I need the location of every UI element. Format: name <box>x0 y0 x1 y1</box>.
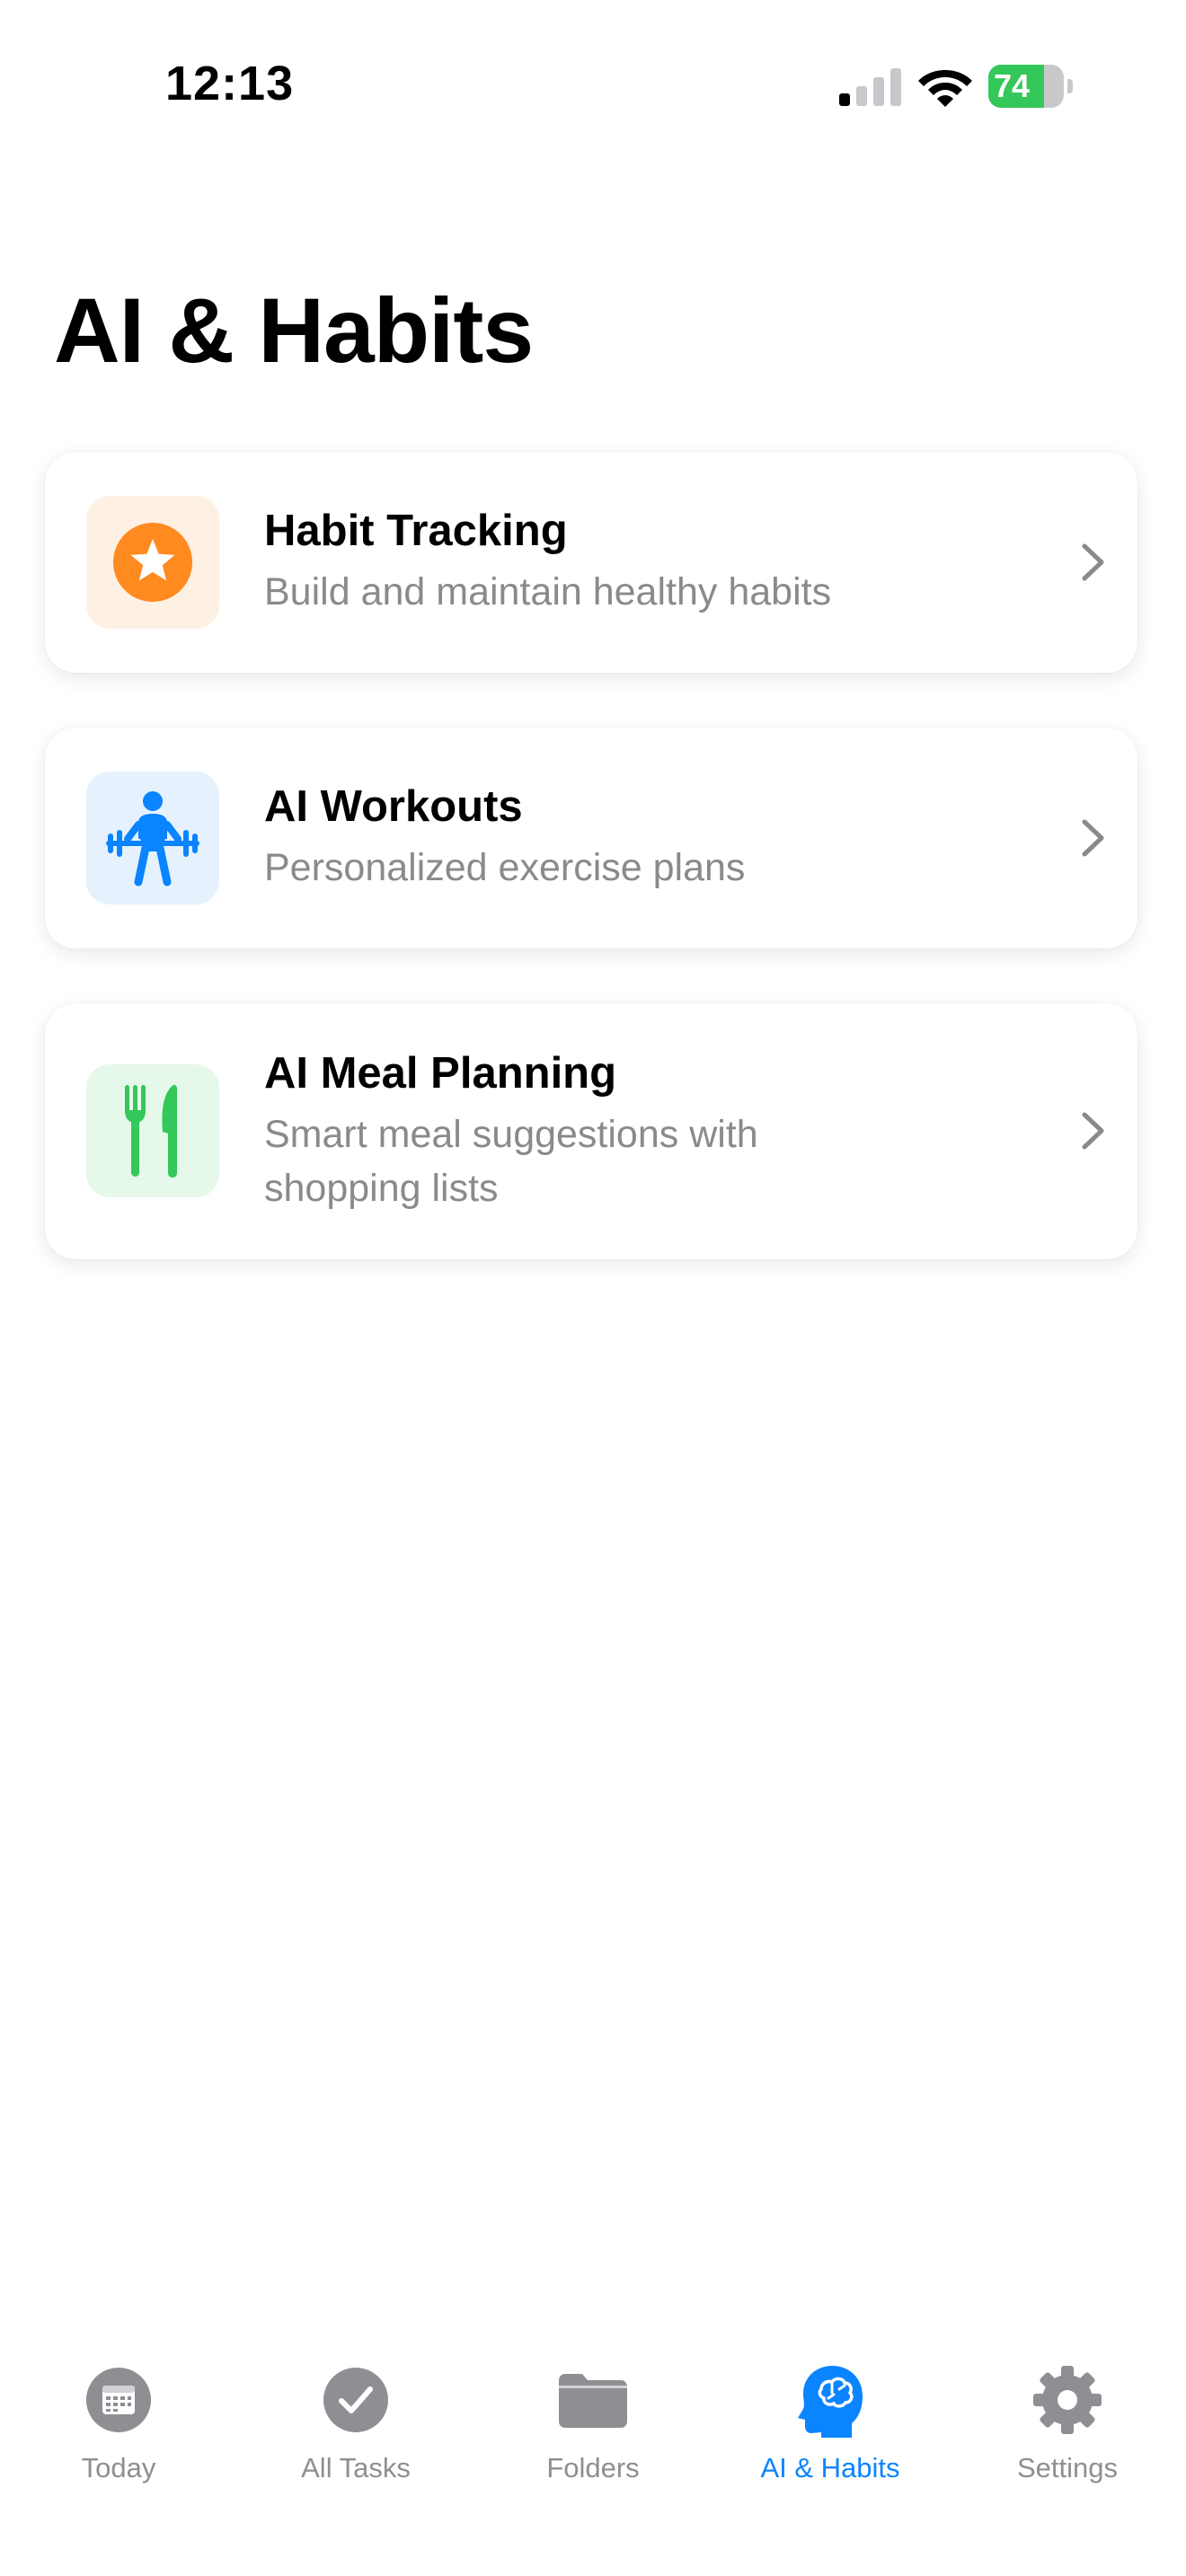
fork-knife-icon <box>125 1084 177 1178</box>
tab-all-tasks[interactable]: All Tasks <box>237 2335 474 2515</box>
habit-tracking-card[interactable]: Habit Tracking Build and maintain health… <box>45 452 1137 673</box>
status-time: 12:13 <box>165 57 295 110</box>
card-title: Habit Tracking <box>264 507 568 555</box>
chevron-right-icon <box>1082 1112 1104 1150</box>
tab-label: Folders <box>546 2452 640 2483</box>
battery-indicator: 74 <box>988 65 1075 108</box>
wifi-icon <box>918 70 972 107</box>
page-title: AI & Habits <box>54 279 534 382</box>
folder-icon <box>559 2374 627 2428</box>
card-subtitle: Personalized exercise plans <box>264 846 746 889</box>
chevron-right-icon <box>1082 543 1104 581</box>
ai-meal-planning-icon-tile <box>86 1064 219 1197</box>
tab-label: All Tasks <box>301 2452 411 2483</box>
star-badge-icon <box>113 523 192 602</box>
gear-icon <box>1033 2366 1102 2434</box>
tab-label: Today <box>81 2452 156 2483</box>
tab-settings[interactable]: Settings <box>949 2335 1186 2515</box>
battery-percent: 74 <box>994 67 1031 104</box>
card-title: AI Meal Planning <box>264 1049 617 1098</box>
cellular-signal-icon <box>839 68 901 106</box>
card-subtitle: Smart meal suggestions with shopping lis… <box>264 1113 758 1210</box>
tab-bar: Today All Tasks Folders AI & Habits Sett… <box>0 2335 1186 2576</box>
tab-label: AI & Habits <box>760 2452 900 2483</box>
status-bar: 12:13 74 <box>0 0 1186 171</box>
tab-folders[interactable]: Folders <box>474 2335 712 2515</box>
calendar-icon <box>86 2368 151 2432</box>
ai-workouts-card[interactable]: AI Workouts Personalized exercise plans <box>45 728 1137 948</box>
ai-workouts-icon-tile <box>86 772 219 904</box>
tab-label: Settings <box>1016 2452 1118 2483</box>
weightlifter-icon <box>106 791 199 887</box>
chevron-right-icon <box>1082 819 1104 857</box>
habit-tracking-icon-tile <box>86 496 219 629</box>
tab-ai-habits[interactable]: AI & Habits <box>712 2335 949 2515</box>
brain-head-icon <box>798 2366 863 2438</box>
ai-meal-planning-card[interactable]: AI Meal Planning Smart meal suggestions … <box>45 1003 1137 1259</box>
checkmark-circle-icon <box>323 2368 388 2432</box>
tab-today[interactable]: Today <box>0 2335 237 2515</box>
card-subtitle: Build and maintain healthy habits <box>264 570 832 613</box>
card-title: AI Workouts <box>264 782 523 831</box>
